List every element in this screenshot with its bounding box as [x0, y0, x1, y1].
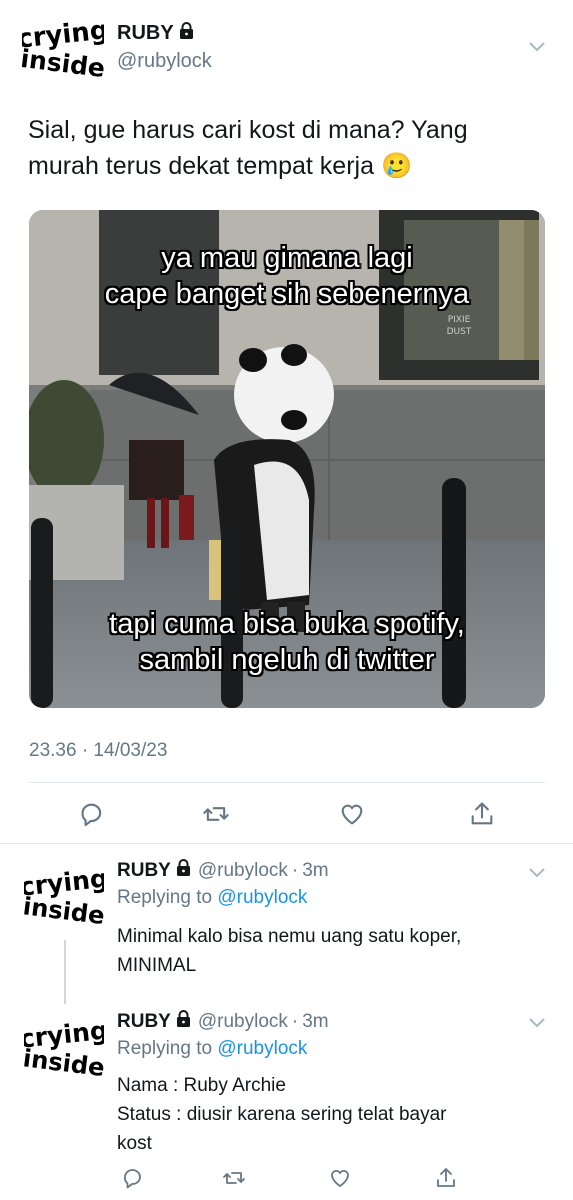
- reply-time[interactable]: 3m: [302, 860, 328, 882]
- shop-sign-text: PIXIE: [448, 315, 471, 325]
- avatar[interactable]: crying inside: [24, 1015, 104, 1079]
- emoji: 🥲: [380, 152, 413, 180]
- tweet-text: Sial, gue harus cari kost di mana? Yang …: [28, 112, 558, 184]
- handle[interactable]: @rubylock: [198, 1011, 288, 1033]
- reply-text-line: Status : diusir karena sering telat baya…: [117, 1104, 447, 1125]
- svg-text:inside: inside: [24, 1043, 104, 1079]
- crying-inside-logo: crying inside: [24, 864, 104, 927]
- retweet-icon[interactable]: [222, 1166, 246, 1190]
- divider: [29, 782, 545, 783]
- svg-text:inside: inside: [22, 44, 104, 80]
- display-name[interactable]: RUBY: [117, 22, 174, 45]
- reply-text-line: Nama : Ruby Archie: [117, 1075, 286, 1096]
- retweet-icon[interactable]: [202, 800, 230, 828]
- separator-dot: ·: [291, 859, 299, 881]
- display-name[interactable]: RUBY: [117, 860, 171, 882]
- replying-to-link[interactable]: @rubylock: [217, 1038, 307, 1059]
- svg-text:inside: inside: [24, 891, 104, 927]
- reply-bubble-icon[interactable]: [78, 800, 106, 828]
- heart-icon[interactable]: [338, 800, 366, 828]
- handle[interactable]: @rubylock: [198, 860, 288, 882]
- reply-author-row: RUBY @rubylock · 3m: [117, 1010, 329, 1033]
- share-upload-icon[interactable]: [434, 1166, 458, 1190]
- author-row: RUBY: [117, 22, 194, 45]
- thread-connector: [64, 940, 66, 1004]
- meme-caption-top: ya mau gimana lagi cape banget sih seben…: [29, 240, 545, 312]
- meme-caption-line: ya mau gimana lagi: [161, 242, 413, 274]
- reply-text: Minimal kalo bisa nemu uang satu koper, …: [117, 922, 557, 980]
- avatar[interactable]: crying inside: [22, 14, 104, 80]
- chevron-down-icon[interactable]: [528, 40, 546, 52]
- handle[interactable]: @rubylock: [117, 50, 212, 73]
- share-upload-icon[interactable]: [468, 800, 496, 828]
- chevron-down-icon[interactable]: [528, 1016, 546, 1028]
- reply-text: Nama : Ruby Archie Status : diusir karen…: [117, 1071, 557, 1158]
- separator-dot: ·: [291, 1010, 299, 1032]
- reply-bubble-icon[interactable]: [121, 1166, 145, 1190]
- crying-inside-logo: crying inside: [22, 15, 104, 80]
- tweet-timestamp[interactable]: 23.36 · 14/03/23: [29, 740, 167, 762]
- avatar[interactable]: crying inside: [24, 863, 104, 927]
- tweet-media-image[interactable]: PIXIE DUST ya mau gimana lagi cape bange…: [29, 210, 545, 708]
- tweet-text-line: Sial, gue harus cari kost di mana? Yang: [28, 116, 468, 144]
- reply-text-line: Minimal kalo bisa nemu uang satu koper,: [117, 926, 462, 947]
- meme-caption-line: cape banget sih sebenernya: [104, 278, 470, 310]
- meme-caption-bottom: tapi cuma bisa buka spotify, sambil ngel…: [29, 606, 545, 678]
- replying-to: Replying to @rubylock: [117, 1038, 308, 1059]
- reply-text-line: MINIMAL: [117, 955, 197, 976]
- chevron-down-icon[interactable]: [528, 866, 546, 878]
- tweet-text-line: murah terus dekat tempat kerja 🥲: [28, 152, 413, 180]
- crying-inside-logo: crying inside: [24, 1016, 104, 1079]
- meme-caption-line: sambil ngeluh di twitter: [139, 644, 435, 676]
- divider: [0, 843, 573, 844]
- reply-author-row: RUBY @rubylock · 3m: [117, 859, 329, 882]
- lock-icon: [176, 1010, 191, 1033]
- shop-sign-text: DUST: [447, 327, 472, 337]
- lock-icon: [176, 859, 191, 882]
- heart-icon[interactable]: [328, 1166, 352, 1190]
- meme-caption-line: tapi cuma bisa buka spotify,: [109, 608, 465, 640]
- lock-icon: [179, 22, 194, 45]
- replying-to-link[interactable]: @rubylock: [217, 887, 307, 908]
- replying-to: Replying to @rubylock: [117, 887, 308, 908]
- reply-text-line: kost: [117, 1133, 152, 1154]
- reply-time[interactable]: 3m: [302, 1011, 328, 1033]
- display-name[interactable]: RUBY: [117, 1011, 171, 1033]
